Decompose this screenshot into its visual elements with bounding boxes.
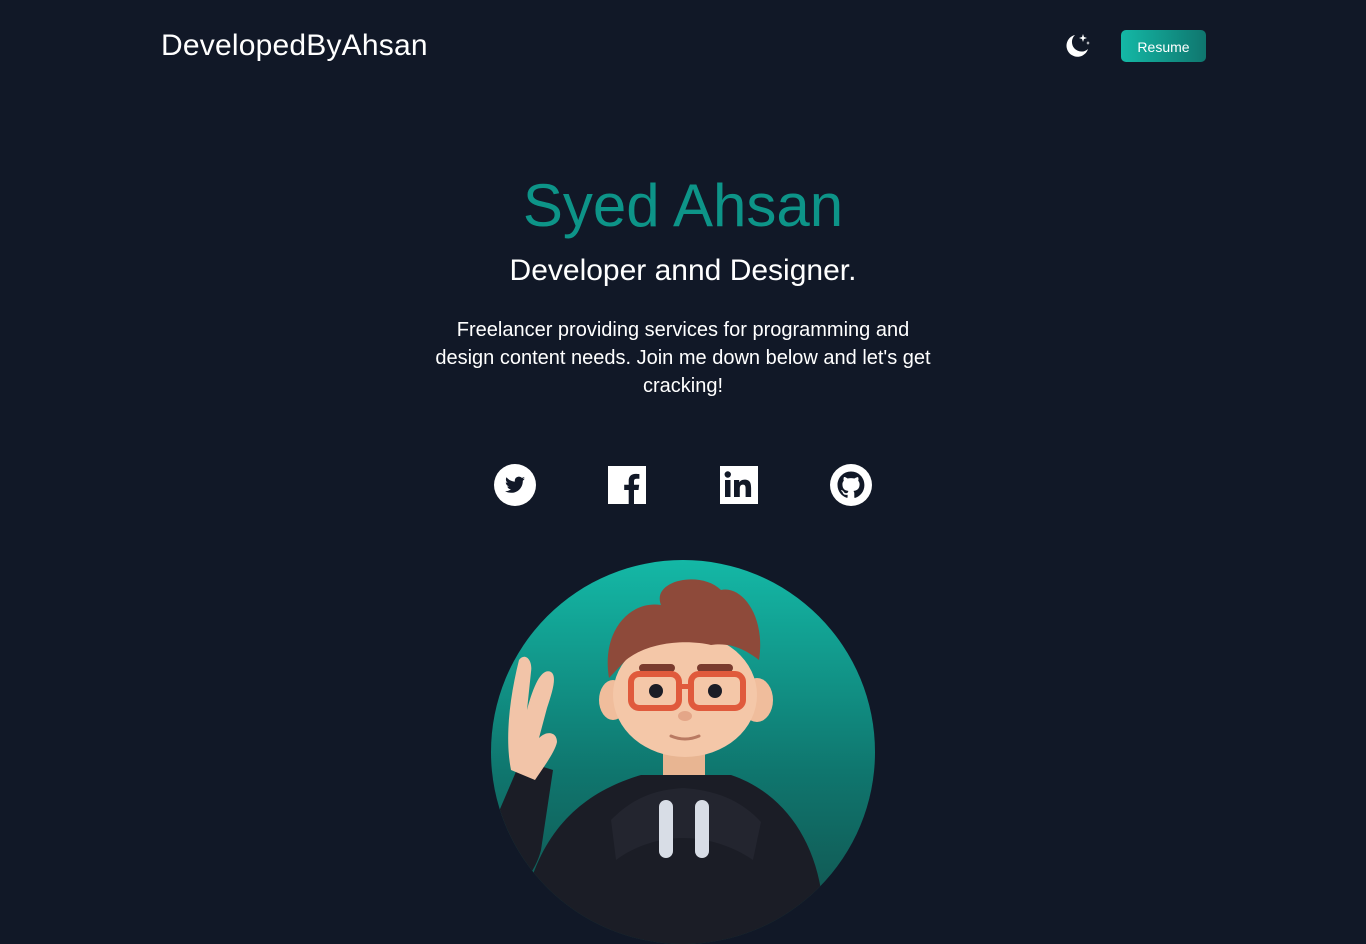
facebook-link[interactable] <box>604 462 650 508</box>
hero-role: Developer annd Designer. <box>509 254 857 287</box>
twitter-icon <box>494 464 536 506</box>
linkedin-icon <box>720 466 758 504</box>
github-link[interactable] <box>828 462 874 508</box>
hero-name: Syed Ahsan <box>522 172 844 239</box>
resume-button[interactable]: Resume <box>1121 30 1206 62</box>
navbar: DevelopedByAhsan Resume <box>0 0 1366 92</box>
social-links <box>0 462 1366 508</box>
avatar-image <box>491 560 875 944</box>
facebook-icon <box>608 466 646 504</box>
github-icon <box>830 464 872 506</box>
twitter-link[interactable] <box>492 462 538 508</box>
moon-stars-icon <box>1066 34 1090 57</box>
avatar-3d-character <box>491 579 821 944</box>
hero-description: Freelancer providing services for progra… <box>435 319 931 397</box>
linkedin-link[interactable] <box>716 462 762 508</box>
brand-logo-text[interactable]: DevelopedByAhsan <box>161 28 428 64</box>
theme-toggle-button[interactable] <box>1061 30 1093 62</box>
